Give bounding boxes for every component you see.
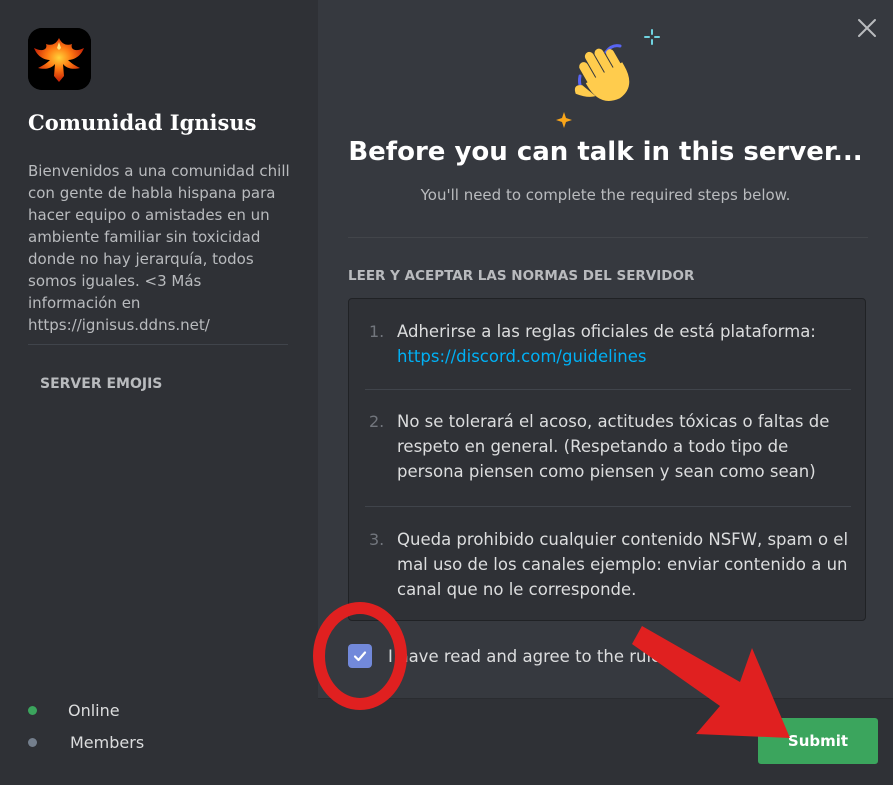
phoenix-logo [28,28,91,90]
guidelines-link[interactable]: https://discord.com/guidelines [397,347,647,366]
server-name: Comunidad Ignisus [28,110,257,135]
rule-divider [365,506,851,507]
page-title: Before you can talk in this server... [348,137,863,167]
rule-number: 2. [369,412,385,431]
agree-label: I have read and agree to the rules [388,646,670,666]
rule-text: Adherirse a las reglas oficiales de está… [397,319,816,369]
online-label: Online [68,701,120,720]
close-button[interactable] [853,14,881,42]
online-count: Online [28,701,120,720]
rule-item-2: 2. No se tolerará el acoso, actitudes tó… [369,409,851,484]
agree-checkbox[interactable] [348,644,372,668]
rule-divider [365,389,851,390]
rule-text: Queda prohibido cualquier contenido NSFW… [397,530,849,599]
rules-screening-modal: Comunidad Ignisus Bienvenidos a una comu… [0,0,893,785]
member-count: Members [28,733,144,752]
server-description: Bienvenidos a una comunidad chill con ge… [28,162,290,334]
close-icon [858,19,876,37]
waving-hand-illustration [552,26,662,136]
rule-text: No se tolerará el acoso, actitudes tóxic… [397,412,830,481]
members-label: Members [70,733,145,752]
submit-button[interactable]: Submit [758,718,878,764]
server-info-sidebar: Comunidad Ignisus Bienvenidos a una comu… [0,0,318,785]
rules-heading: LEER Y ACEPTAR LAS NORMAS DEL SERVIDOR [348,268,695,284]
rule-text-content: Adherirse a las reglas oficiales de está… [397,322,816,341]
rule-item-1: 1. Adherirse a las reglas oficiales de e… [369,319,851,369]
waving-hand-icon [556,29,660,128]
rules-list: 1. Adherirse a las reglas oficiales de e… [348,298,866,621]
page-subtitle: You'll need to complete the required ste… [420,186,791,204]
rule-number: 1. [369,322,385,341]
server-emojis-heading: SERVER EMOJIS [40,376,163,392]
rule-number: 3. [369,530,385,549]
content-divider [348,237,868,238]
members-status-dot [28,738,37,747]
rule-item-3: 3. Queda prohibido cualquier contenido N… [369,527,851,602]
agree-rules-row[interactable]: I have read and agree to the rules [348,644,670,668]
sidebar-divider [28,344,288,345]
online-status-dot [28,706,37,715]
server-icon [28,28,91,90]
checkmark-icon [353,651,367,662]
